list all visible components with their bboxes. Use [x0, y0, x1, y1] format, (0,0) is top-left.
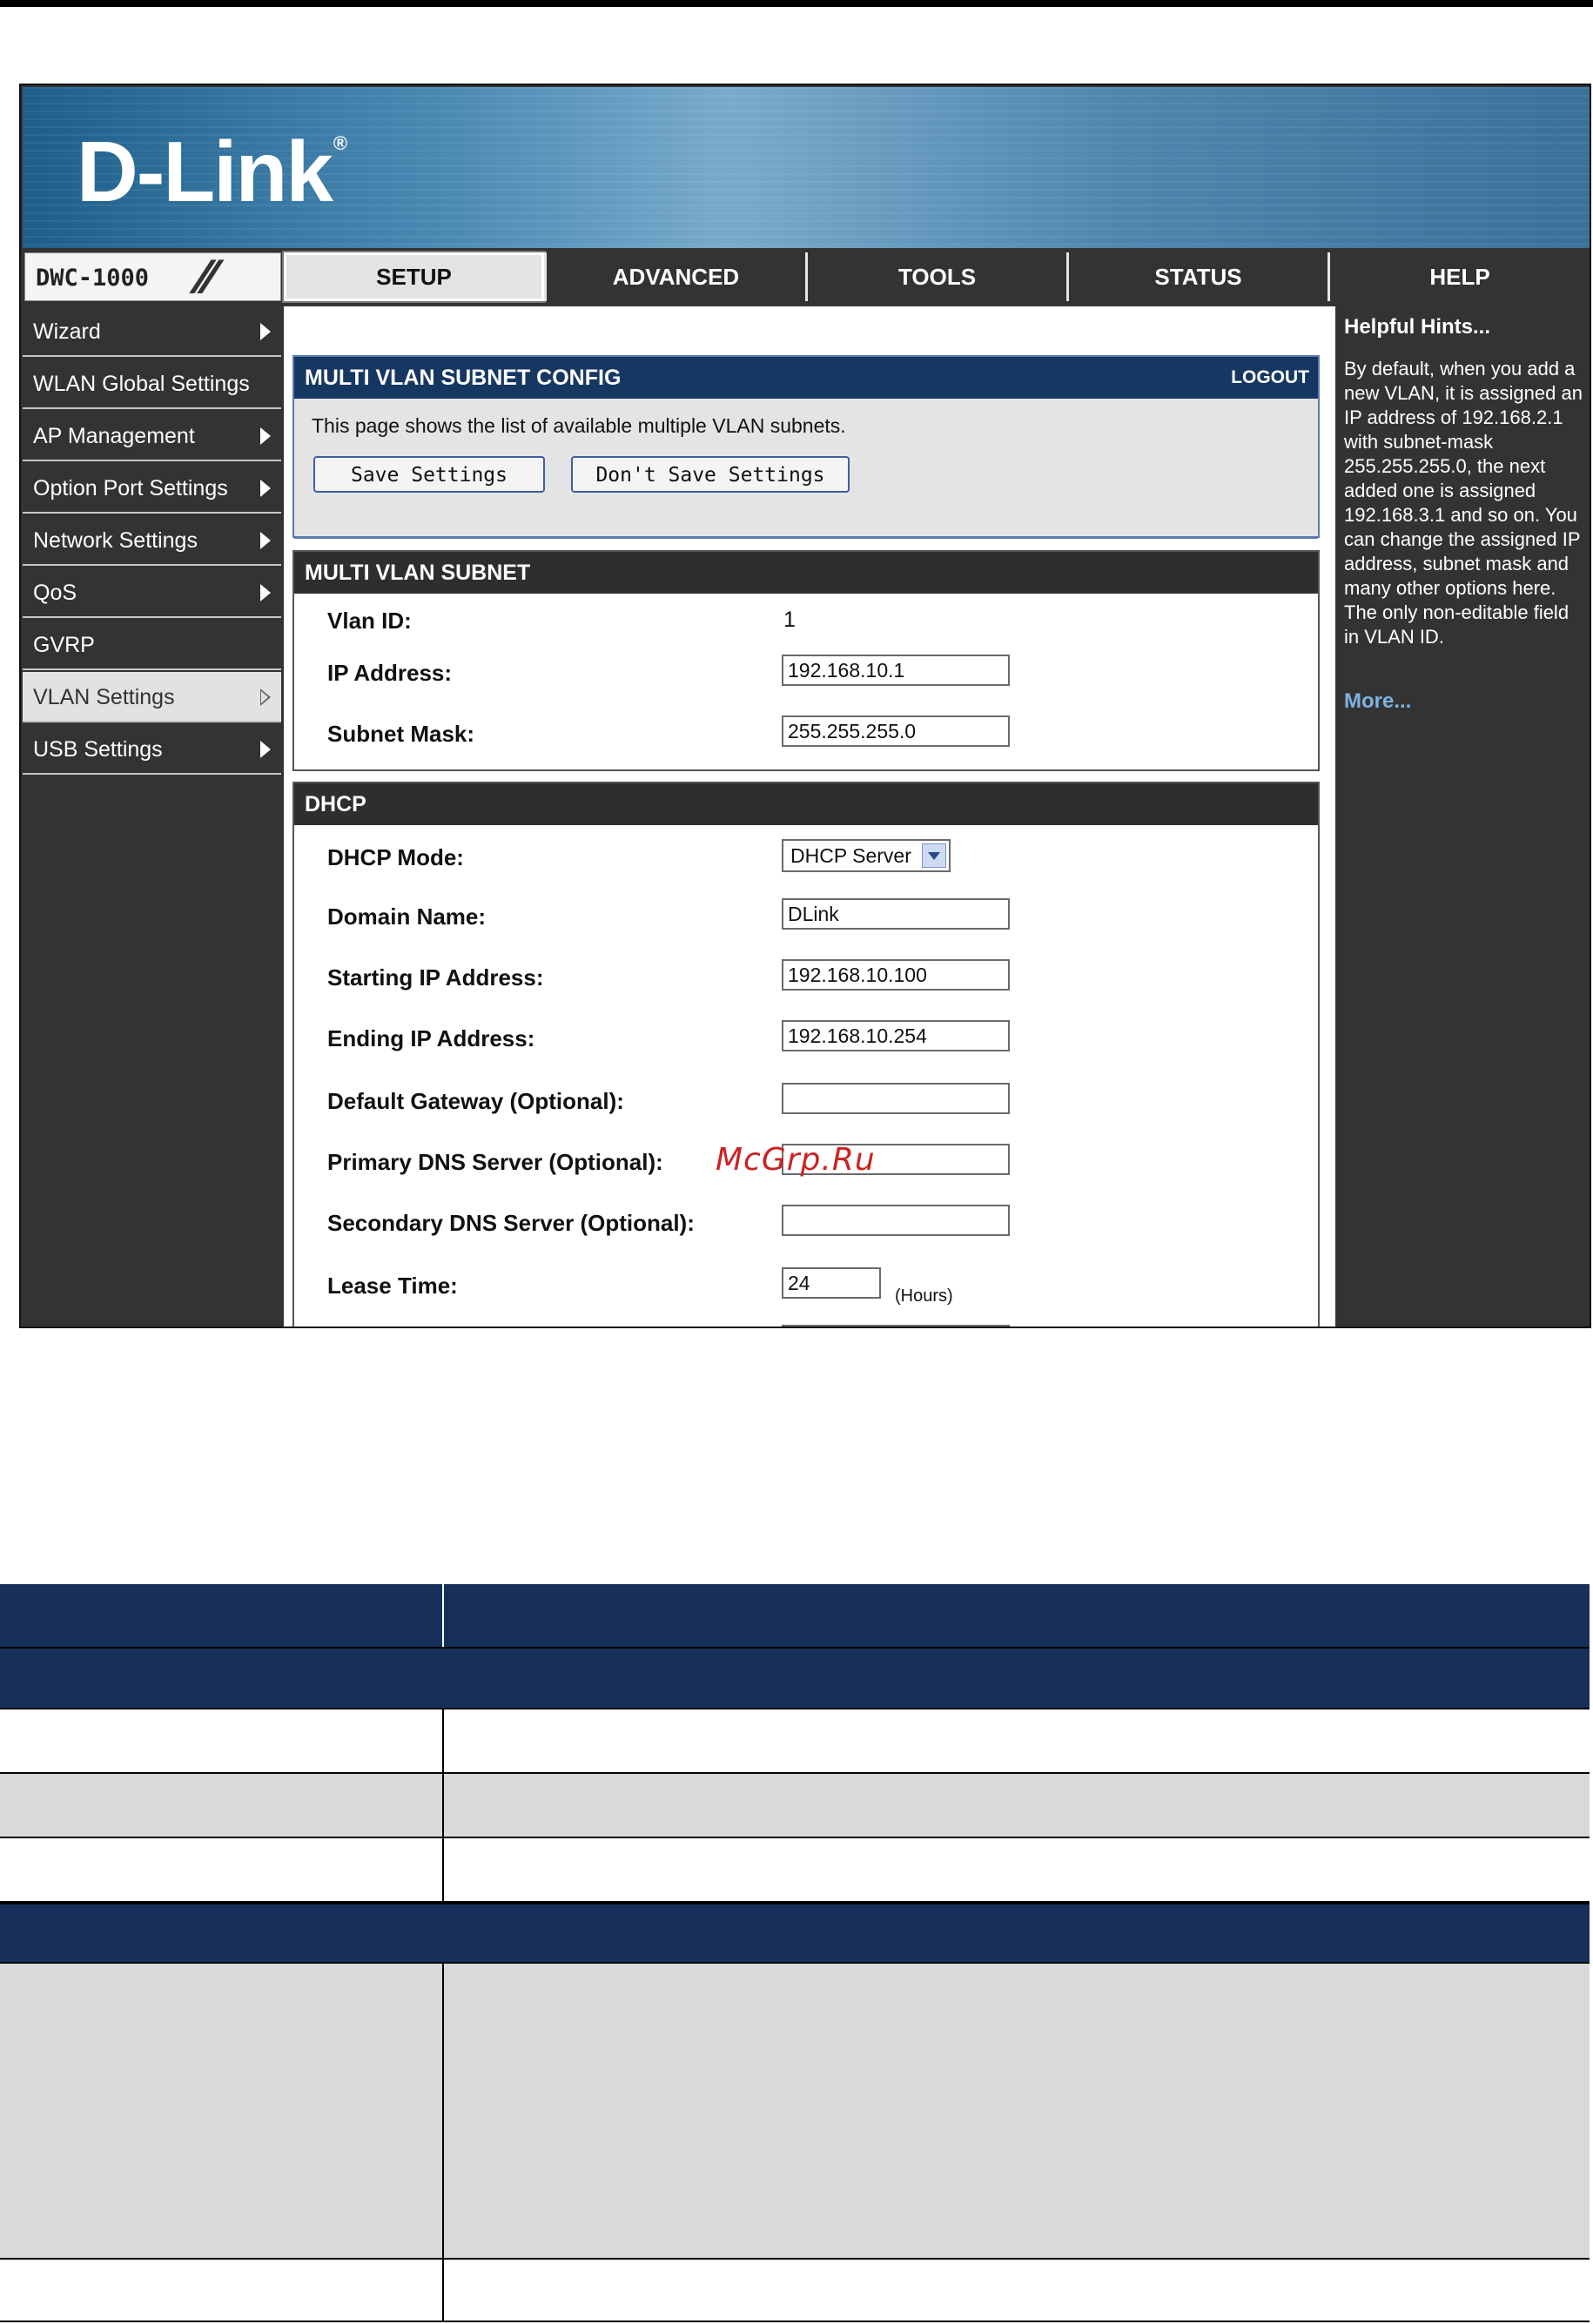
chevron-right-icon — [260, 323, 271, 340]
table-section-row — [0, 1903, 1590, 1964]
dont-save-settings-button[interactable]: Don't Save Settings — [571, 456, 850, 493]
top-rule — [0, 0, 1593, 7]
ending-ip-input[interactable]: 192.168.10.254 — [782, 1020, 1010, 1051]
vlan-id-value: 1 — [783, 608, 796, 632]
tab-status[interactable]: STATUS — [1066, 252, 1328, 301]
ending-ip-label: Ending IP Address: — [327, 1025, 535, 1051]
ip-address-label: IP Address: — [327, 660, 453, 686]
chevron-right-icon — [260, 480, 271, 497]
secondary-dns-input[interactable] — [782, 1205, 1010, 1236]
lease-time-input[interactable]: 24 — [782, 1267, 881, 1299]
lease-time-label: Lease Time: — [327, 1273, 458, 1299]
subnet-panel: MULTI VLAN SUBNET Vlan ID: 1 IP Address:… — [292, 550, 1320, 771]
sidebar-item-label: GVRP — [33, 633, 95, 657]
model-label: DWC-1000 — [36, 265, 150, 292]
chevron-right-icon — [260, 532, 271, 549]
sidebar-item-ap-management[interactable]: AP Management — [23, 411, 281, 461]
config-panel-body: This page shows the list of available mu… — [294, 399, 1318, 539]
table-header-row — [0, 1584, 1590, 1647]
sidebar-item-wlan-global-settings[interactable]: WLAN Global Settings — [23, 359, 281, 409]
sidebar-item-wizard[interactable]: Wizard — [23, 306, 281, 357]
vlan-id-label: Vlan ID: — [327, 608, 412, 634]
model-badge: DWC-1000 / / — [24, 252, 281, 303]
sidebar-item-label: AP Management — [33, 424, 195, 448]
table-header-cell — [444, 1584, 1590, 1647]
chevron-right-icon — [260, 427, 271, 445]
tab-advanced[interactable]: ADVANCED — [544, 252, 805, 301]
tab-tools[interactable]: TOOLS — [805, 252, 1066, 301]
ip-address-input[interactable]: 192.168.10.1 — [782, 655, 1010, 686]
chevron-right-outline-icon — [260, 688, 271, 706]
table-cell — [0, 1838, 444, 1901]
config-panel-header: MULTI VLAN SUBNET CONFIG LOGOUT — [294, 357, 1318, 399]
sidebar-item-qos[interactable]: QoS — [23, 568, 281, 618]
sidebar-item-usb-settings[interactable]: USB Settings — [23, 724, 281, 775]
help-text: By default, when you add a new VLAN, it … — [1344, 358, 1583, 648]
help-more-link[interactable]: More... — [1344, 689, 1411, 714]
lease-time-unit: (Hours) — [895, 1286, 953, 1306]
table-cell — [0, 1774, 444, 1837]
save-settings-button[interactable]: Save Settings — [313, 456, 545, 493]
config-panel: MULTI VLAN SUBNET CONFIG LOGOUT This pag… — [292, 355, 1320, 539]
logout-link[interactable]: LOGOUT — [1231, 357, 1309, 399]
table-row — [0, 1709, 1590, 1774]
sidebar-item-label: QoS — [33, 581, 77, 605]
dhcp-mode-select[interactable]: DHCP Server — [782, 839, 951, 872]
sidebar-item-option-port-settings[interactable]: Option Port Settings — [23, 463, 281, 514]
chevron-down-icon[interactable] — [922, 843, 946, 868]
starting-ip-input[interactable]: 192.168.10.100 — [782, 959, 1010, 991]
table-row — [0, 2260, 1590, 2322]
help-title: Helpful Hints... — [1344, 315, 1490, 339]
table-cell — [0, 1709, 444, 1772]
domain-name-label: Domain Name: — [327, 903, 487, 930]
default-gateway-input[interactable] — [782, 1083, 1010, 1114]
dhcp-panel-header: DHCP — [294, 783, 1318, 825]
top-navigation: DWC-1000 / / SETUP ADVANCED TOOLS STATUS… — [23, 251, 1590, 305]
tab-setup[interactable]: SETUP — [282, 251, 546, 303]
table-cell — [0, 2260, 444, 2321]
slash-decoration: / / — [188, 252, 214, 303]
sidebar: Wizard WLAN Global Settings AP Managemen… — [23, 306, 281, 1327]
page-title: MULTI VLAN SUBNET CONFIG — [305, 366, 622, 390]
primary-dns-label: Primary DNS Server (Optional): — [327, 1149, 663, 1175]
next-field-partial[interactable] — [782, 1325, 1010, 1327]
dhcp-mode-label: DHCP Mode: — [327, 844, 464, 870]
chevron-right-icon — [260, 584, 271, 601]
chevron-right-icon — [260, 741, 271, 758]
table-row — [0, 1774, 1590, 1838]
sidebar-item-gvrp[interactable]: GVRP — [23, 620, 281, 670]
subnet-mask-input[interactable]: 255.255.255.0 — [782, 715, 1010, 747]
dhcp-panel: DHCP DHCP Mode: DHCP Server Domain Name:… — [292, 782, 1320, 1327]
default-gateway-label: Default Gateway (Optional): — [327, 1088, 624, 1114]
secondary-dns-label: Secondary DNS Server (Optional): — [327, 1210, 695, 1236]
tab-help[interactable]: HELP — [1328, 252, 1590, 301]
table-row — [0, 1964, 1590, 2260]
sidebar-item-label: WLAN Global Settings — [33, 372, 250, 396]
dhcp-mode-value: DHCP Server — [790, 844, 911, 867]
sidebar-item-vlan-settings[interactable]: VLAN Settings — [23, 672, 281, 722]
domain-name-input[interactable]: DLink — [782, 898, 1010, 930]
table-row — [0, 1838, 1590, 1903]
subnet-mask-label: Subnet Mask: — [327, 721, 475, 747]
sidebar-item-label: Option Port Settings — [33, 476, 228, 500]
starting-ip-label: Starting IP Address: — [327, 964, 544, 991]
sidebar-item-label: VLAN Settings — [33, 685, 175, 709]
table-cell — [0, 1964, 444, 2258]
subnet-panel-header: MULTI VLAN SUBNET — [294, 552, 1318, 594]
sidebar-item-label: Network Settings — [33, 528, 198, 553]
sidebar-item-network-settings[interactable]: Network Settings — [23, 515, 281, 566]
help-panel: Helpful Hints... By default, when you ad… — [1337, 306, 1590, 1327]
sidebar-item-label: USB Settings — [33, 737, 163, 762]
table-section-row — [0, 1647, 1590, 1709]
page-description: This page shows the list of available mu… — [312, 414, 846, 437]
dlink-logo: D-Link® — [77, 124, 347, 219]
watermark: McGrp.Ru — [716, 1142, 876, 1178]
sidebar-item-label: Wizard — [33, 319, 101, 344]
table-header-cell — [0, 1584, 444, 1647]
brand-banner: D-Link® — [23, 87, 1590, 248]
